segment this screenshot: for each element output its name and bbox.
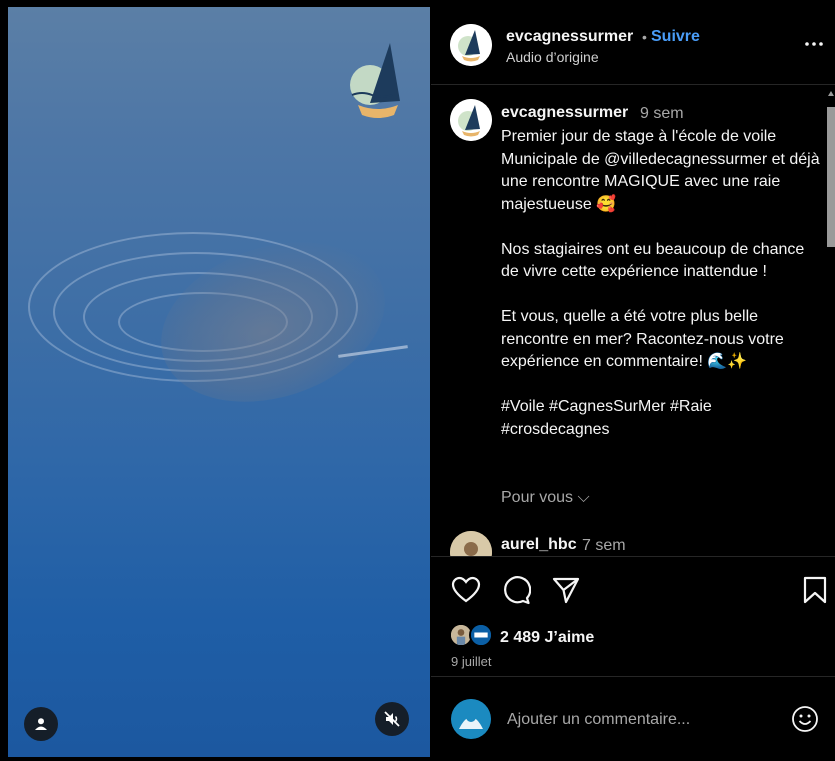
more-icon[interactable]: [802, 32, 826, 56]
comment-time: 7 sem: [582, 537, 626, 554]
club-logo: [450, 24, 492, 66]
author-avatar[interactable]: [450, 99, 492, 141]
muted-icon: [384, 711, 400, 727]
club-logo: [450, 99, 492, 141]
caption-username[interactable]: evcagnessurmer: [501, 104, 628, 122]
author-username[interactable]: evcagnessurmer: [506, 28, 633, 46]
follow-button[interactable]: Suivre: [651, 28, 700, 46]
post-video[interactable]: [8, 7, 430, 757]
comments-section[interactable]: evcagnessurmer 9 sem Premier jour de sta…: [431, 86, 835, 556]
club-logo: [350, 43, 400, 118]
author-avatar[interactable]: [450, 24, 492, 66]
post-header: evcagnessurmer • Suivre Audio d’origine: [431, 7, 835, 85]
translation-toggle[interactable]: Pour vous ⌵: [501, 489, 590, 507]
comment-input[interactable]: [507, 708, 777, 732]
post-dialog: evcagnessurmer • Suivre Audio d’origine …: [0, 0, 835, 761]
audio-label[interactable]: Audio d’origine: [506, 49, 599, 65]
brand-logo: [471, 625, 491, 645]
post-panel: evcagnessurmer • Suivre Audio d’origine …: [431, 7, 835, 761]
tagged-users-button[interactable]: [24, 707, 58, 741]
profile-photo: [451, 699, 491, 739]
commenter-avatar[interactable]: [450, 531, 492, 556]
emoji-icon[interactable]: [791, 705, 819, 733]
viewer-avatar[interactable]: [451, 699, 491, 739]
add-comment-bar: [431, 676, 835, 761]
comment-username[interactable]: aurel_hbc: [501, 536, 577, 554]
post-date[interactable]: 9 juillet: [451, 654, 491, 669]
post-actions: 2 489 J’aime 9 juillet: [431, 556, 835, 676]
heart-icon[interactable]: [451, 575, 481, 605]
profile-photo: [450, 531, 492, 556]
scrollbar-thumb[interactable]: [827, 107, 835, 247]
separator-dot: •: [642, 29, 647, 45]
liker-avatar[interactable]: [469, 623, 493, 647]
user-icon: [35, 718, 47, 730]
like-count[interactable]: 2 489 J’aime: [500, 629, 594, 647]
mute-button[interactable]: [375, 702, 409, 736]
caption-time: 9 sem: [640, 105, 684, 122]
scroll-up-arrow[interactable]: [828, 91, 834, 96]
profile-photo: [451, 625, 471, 645]
comment-icon[interactable]: [501, 575, 531, 605]
bookmark-icon[interactable]: [800, 575, 830, 605]
share-icon[interactable]: [551, 575, 581, 605]
post-caption: Premier jour de stage à l'école de voile…: [501, 128, 820, 438]
